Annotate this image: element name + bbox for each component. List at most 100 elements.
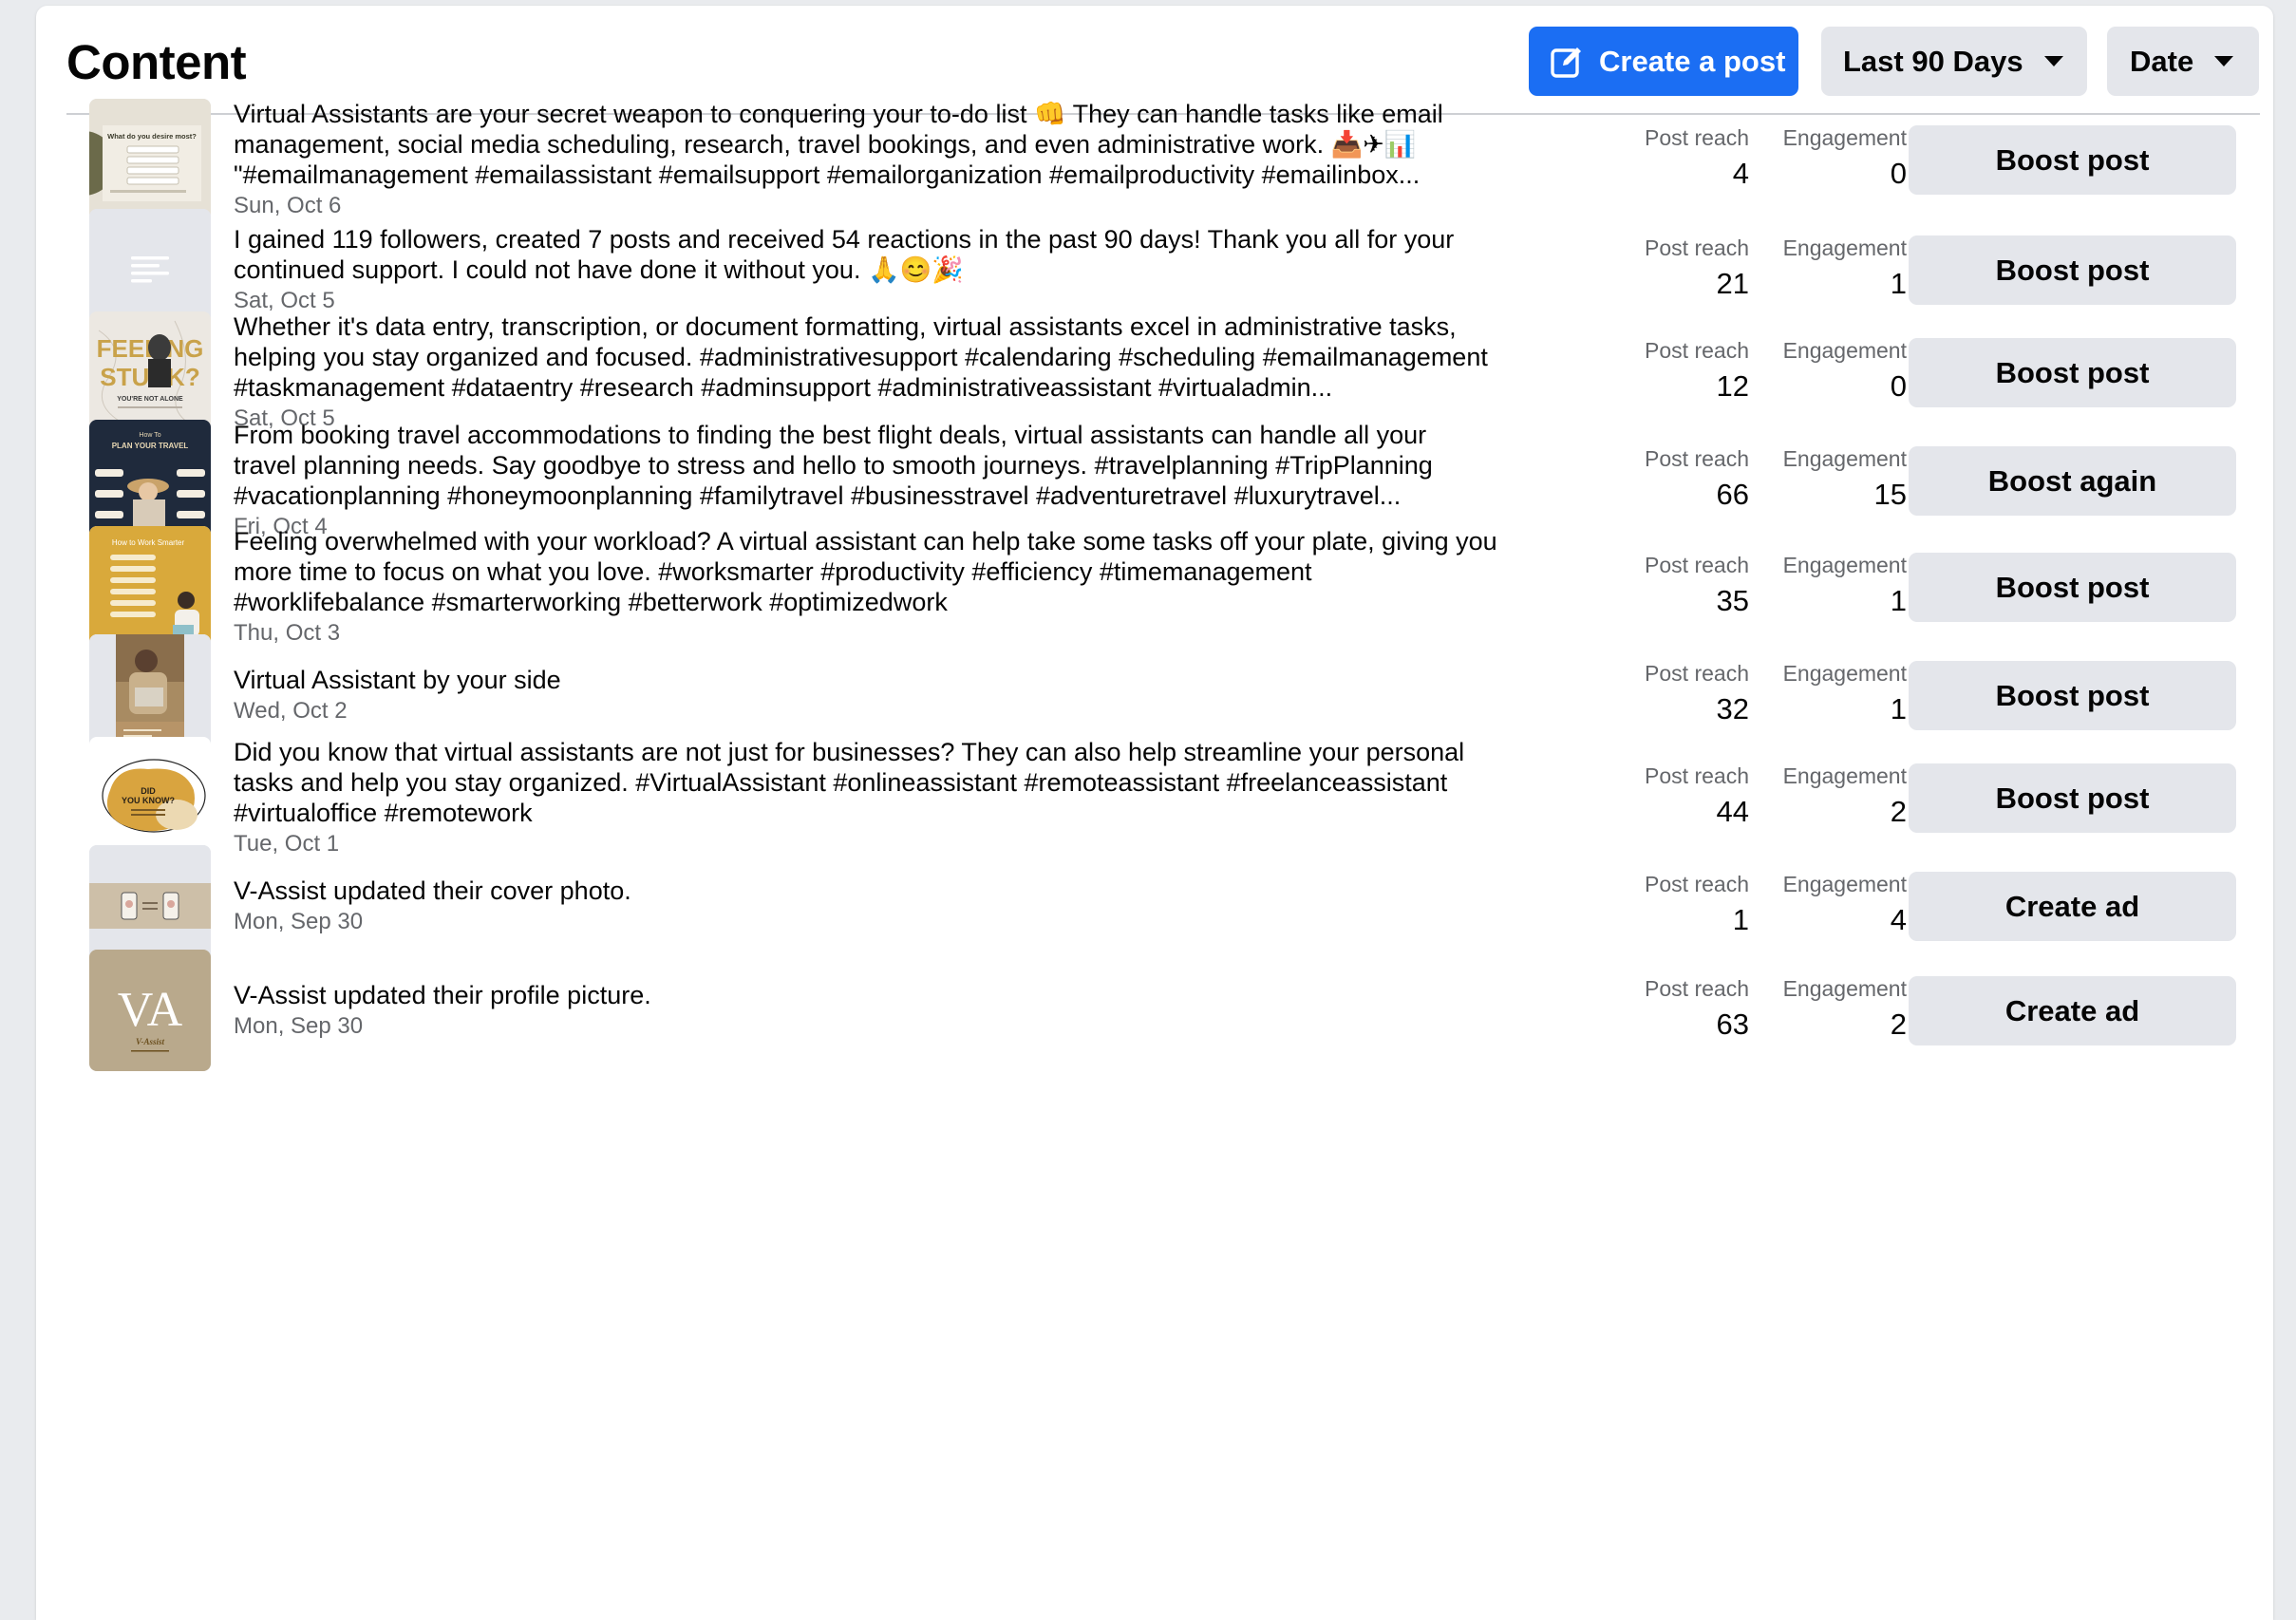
engagement-metric: Engagement 2 (1764, 763, 1907, 831)
thumbnail-caption: How To (139, 432, 160, 439)
thumbnail-caption: VA (118, 983, 183, 1037)
post-reach-value: 66 (1716, 478, 1749, 511)
post-text: From booking travel accommodations to fi… (234, 420, 1601, 511)
sort-dropdown[interactable]: Date (2107, 27, 2259, 96)
boost-post-button[interactable]: Boost post (1909, 338, 2236, 407)
post-text-line: Feeling overwhelmed with your workload? … (234, 527, 1497, 556)
did-you-know-graphic-thumbnail[interactable]: DID YOU KNOW? (89, 737, 211, 858)
engagement-metric: Engagement 1 (1764, 235, 1907, 303)
engagement-metric: Engagement 15 (1764, 445, 1907, 514)
thumbnail-subcaption: YOU'RE NOT ALONE (117, 396, 183, 403)
va-logo-thumbnail[interactable]: VA V-Assist (89, 950, 211, 1071)
post-reach-metric: Post reach 35 (1590, 552, 1749, 620)
post-reach-metric: Post reach 21 (1590, 235, 1749, 303)
engagement-value: 1 (1890, 267, 1907, 300)
post-content[interactable]: Virtual Assistants are your secret weapo… (234, 99, 1601, 220)
post-content[interactable]: Whether it's data entry, transcription, … (234, 311, 1601, 433)
create-ad-button[interactable]: Create ad (1909, 872, 2236, 941)
post-row[interactable]: VA V-Assist V-Assist updated their profile… (36, 950, 2273, 1102)
boost-post-button[interactable]: Boost post (1909, 235, 2236, 305)
post-reach-metric: Post reach 4 (1590, 124, 1749, 193)
engagement-value: 0 (1890, 157, 1907, 190)
content-panel: Content Create a post Last 90 Days Date … (36, 6, 2273, 1620)
boost-post-button[interactable]: Boost post (1909, 661, 2236, 730)
post-content[interactable]: From booking travel accommodations to fi… (234, 420, 1601, 541)
post-text-line: management, social media scheduling, res… (234, 130, 1417, 159)
thumbnail-caption: YOU KNOW? (122, 796, 175, 805)
post-reach-value: 35 (1716, 584, 1749, 617)
post-text: Whether it's data entry, transcription, … (234, 311, 1601, 403)
engagement-value: 0 (1890, 369, 1907, 403)
post-content[interactable]: Did you know that virtual assistants are… (234, 737, 1601, 858)
engagement-label: Engagement (1782, 763, 1907, 788)
post-text: Did you know that virtual assistants are… (234, 737, 1601, 828)
post-content[interactable]: V-Assist updated their profile picture. M… (234, 980, 1601, 1041)
post-reach-label: Post reach (1645, 446, 1749, 471)
post-text: Feeling overwhelmed with your workload? … (234, 526, 1601, 617)
post-text-line: travel planning needs. Say goodbye to st… (234, 451, 1433, 480)
post-text-line: "#emailmanagement #emailassistant #email… (234, 160, 1421, 189)
post-text: V-Assist updated their profile picture. (234, 980, 1601, 1010)
engagement-metric: Engagement 4 (1764, 871, 1907, 939)
engagement-label: Engagement (1782, 661, 1907, 686)
post-reach-value: 32 (1716, 692, 1749, 725)
chevron-down-icon (2043, 56, 2063, 66)
thumbnail-caption: What do you desire most? (107, 132, 197, 141)
post-reach-metric: Post reach 63 (1590, 975, 1749, 1044)
email-tasks-graphic-thumbnail[interactable]: What do you desire most? (89, 99, 211, 220)
post-reach-value: 12 (1716, 369, 1749, 403)
create-ad-button[interactable]: Create ad (1909, 976, 2236, 1045)
post-text-line: continued support. I could not have done… (234, 255, 964, 284)
date-range-dropdown[interactable]: Last 90 Days (1821, 27, 2087, 96)
engagement-label: Engagement (1782, 338, 1907, 363)
engagement-label: Engagement (1782, 872, 1907, 896)
post-text-line: #taskmanagement #dataentry #research #ad… (234, 373, 1333, 402)
post-text: V-Assist updated their cover photo. (234, 876, 1601, 906)
create-post-button[interactable]: Create a post (1529, 27, 1798, 96)
post-content[interactable]: Virtual Assistant by your side Wed, Oct 2 (234, 665, 1601, 725)
post-text-line: V-Assist updated their profile picture. (234, 981, 651, 1009)
post-text-line: Virtual Assistant by your side (234, 666, 561, 694)
boost-post-button[interactable]: Boost post (1909, 125, 2236, 195)
post-reach-metric: Post reach 12 (1590, 337, 1749, 405)
cover-photo-thumbnail[interactable] (89, 845, 211, 967)
engagement-metric: Engagement 0 (1764, 124, 1907, 193)
thumbnail-caption: DID (141, 786, 156, 796)
thumbnail-subcaption: PLAN YOUR TRAVEL (112, 442, 189, 450)
plan-your-travel-graphic-thumbnail[interactable]: How To PLAN YOUR TRAVEL (89, 420, 211, 541)
post-reach-metric: Post reach 32 (1590, 660, 1749, 728)
compose-icon (1550, 45, 1584, 79)
engagement-value: 2 (1890, 1008, 1907, 1041)
post-reach-value: 44 (1716, 795, 1749, 828)
post-reach-value: 1 (1732, 903, 1749, 936)
engagement-label: Engagement (1782, 446, 1907, 471)
post-text-line: V-Assist updated their cover photo. (234, 876, 631, 905)
content-header: Content Create a post Last 90 Days Date (36, 6, 2273, 115)
post-text-line: helping you stay organized and focused. … (234, 343, 1488, 371)
post-text-line: Virtual Assistants are your secret weapo… (234, 100, 1443, 128)
chevron-down-icon (2214, 56, 2234, 66)
post-reach-metric: Post reach 44 (1590, 763, 1749, 831)
post-content[interactable]: V-Assist updated their cover photo. Mon, … (234, 876, 1601, 936)
post-text: Virtual Assistants are your secret weapo… (234, 99, 1601, 190)
work-smarter-graphic-thumbnail[interactable]: How to Work Smarter (89, 526, 211, 648)
boost-post-button[interactable]: Boost post (1909, 553, 2236, 622)
feeling-stuck-graphic-thumbnail[interactable]: FEELINGSTUCK?YOU'RE NOT ALONE (89, 311, 211, 433)
boost-post-button[interactable]: Boost post (1909, 763, 2236, 833)
engagement-metric: Engagement 0 (1764, 337, 1907, 405)
post-reach-label: Post reach (1645, 553, 1749, 577)
page-title: Content (66, 35, 247, 89)
engagement-value: 15 (1873, 478, 1907, 511)
post-content[interactable]: Feeling overwhelmed with your workload? … (234, 526, 1601, 648)
post-date: Mon, Sep 30 (234, 909, 364, 934)
engagement-value: 1 (1890, 584, 1907, 617)
post-date: Wed, Oct 2 (234, 698, 348, 724)
boost-again-button[interactable]: Boost again (1909, 446, 2236, 516)
date-range-label: Last 90 Days (1843, 44, 2023, 78)
post-content[interactable]: I gained 119 followers, created 7 posts … (234, 224, 1601, 315)
post-reach-label: Post reach (1645, 763, 1749, 788)
create-post-label: Create a post (1599, 44, 1786, 78)
post-reach-label: Post reach (1645, 976, 1749, 1001)
engagement-value: 2 (1890, 795, 1907, 828)
post-reach-value: 4 (1732, 157, 1749, 190)
